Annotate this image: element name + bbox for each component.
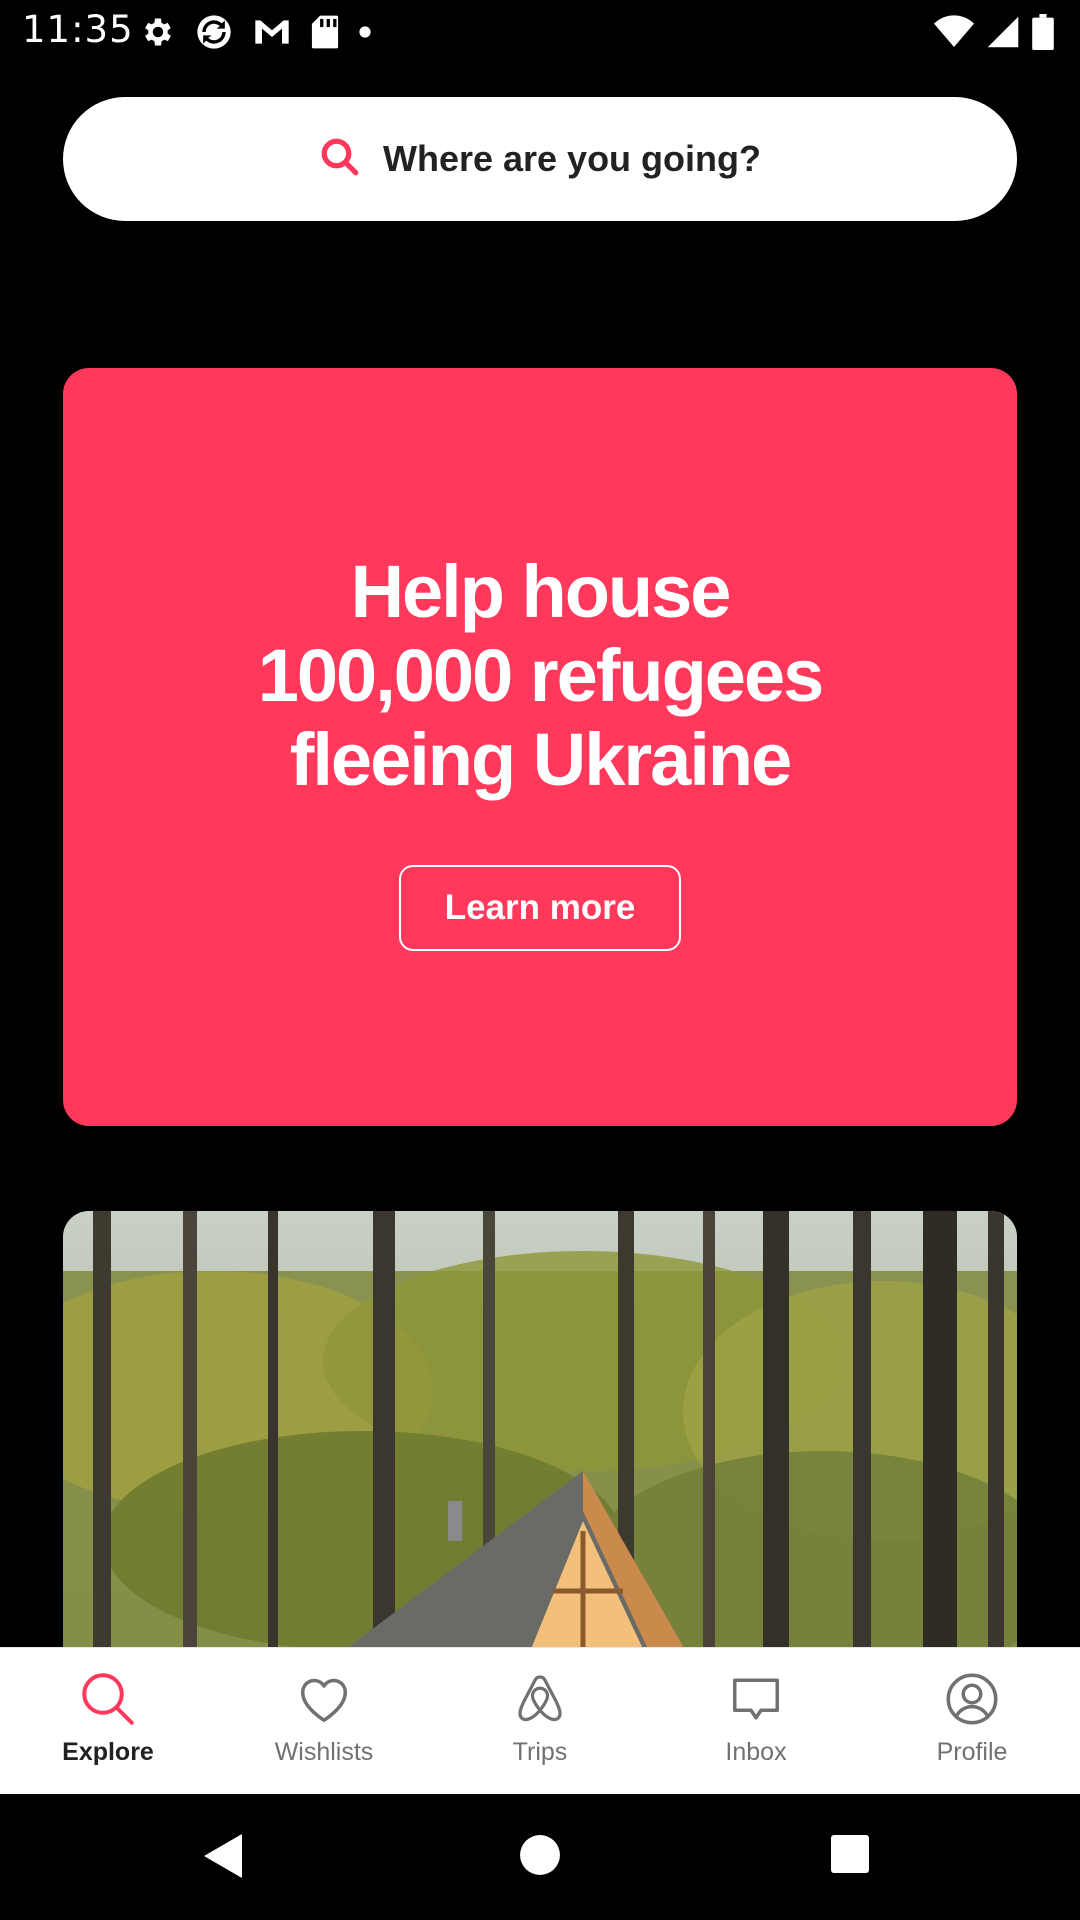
profile-icon: [942, 1668, 1002, 1730]
search-placeholder: Where are you going?: [382, 138, 762, 179]
home-icon[interactable]: [519, 1834, 561, 1881]
dot-icon: [358, 25, 372, 39]
search-bar[interactable]: Where are you going?: [63, 97, 1017, 221]
learn-more-button[interactable]: Learn more: [399, 865, 681, 951]
heart-icon: [294, 1668, 354, 1730]
promo-title: Help house 100,000 refugees fleeing Ukra…: [257, 550, 825, 801]
nav-item-profile[interactable]: Profile: [864, 1648, 1080, 1795]
nav-item-explore[interactable]: Explore: [0, 1648, 216, 1795]
nav-label-inbox: Inbox: [725, 1738, 787, 1766]
nav-item-trips[interactable]: Trips: [432, 1648, 648, 1795]
listing-photo[interactable]: [63, 1211, 1017, 1681]
airbnb-logo-icon: [510, 1668, 570, 1730]
a-frame-cabin-in-forest-photo: [63, 1211, 1017, 1681]
wifi-icon: [934, 15, 974, 49]
sync-icon: [194, 12, 234, 52]
cellular-signal-icon: [986, 15, 1020, 49]
sd-card-icon: [310, 14, 340, 50]
search-icon: [319, 136, 361, 183]
promo-card: Help house 100,000 refugees fleeing Ukra…: [63, 368, 1017, 1126]
nav-item-inbox[interactable]: Inbox: [648, 1648, 864, 1795]
gmail-icon: [252, 16, 292, 48]
bottom-nav: Explore Wishlists Trips Inbox Profile: [0, 1647, 1080, 1795]
recents-icon[interactable]: [830, 1834, 870, 1879]
search-icon: [78, 1668, 138, 1730]
back-icon[interactable]: [202, 1832, 246, 1885]
message-icon: [726, 1668, 786, 1730]
battery-icon: [1032, 14, 1054, 50]
system-nav-bar: [0, 1794, 1080, 1920]
nav-label-profile: Profile: [936, 1738, 1008, 1766]
nav-label-explore: Explore: [62, 1738, 154, 1766]
nav-label-wishlists: Wishlists: [274, 1738, 374, 1766]
screen: 11:35 Where are you going? Help house 10…: [0, 0, 1080, 1920]
nav-label-trips: Trips: [512, 1738, 568, 1766]
nav-item-wishlists[interactable]: Wishlists: [216, 1648, 432, 1795]
settings-icon: [140, 14, 176, 50]
status-icons-right: [934, 12, 1054, 52]
status-bar: 11:35: [0, 0, 1080, 64]
status-time: 11:35: [22, 8, 134, 51]
status-icons-left: [140, 12, 372, 52]
